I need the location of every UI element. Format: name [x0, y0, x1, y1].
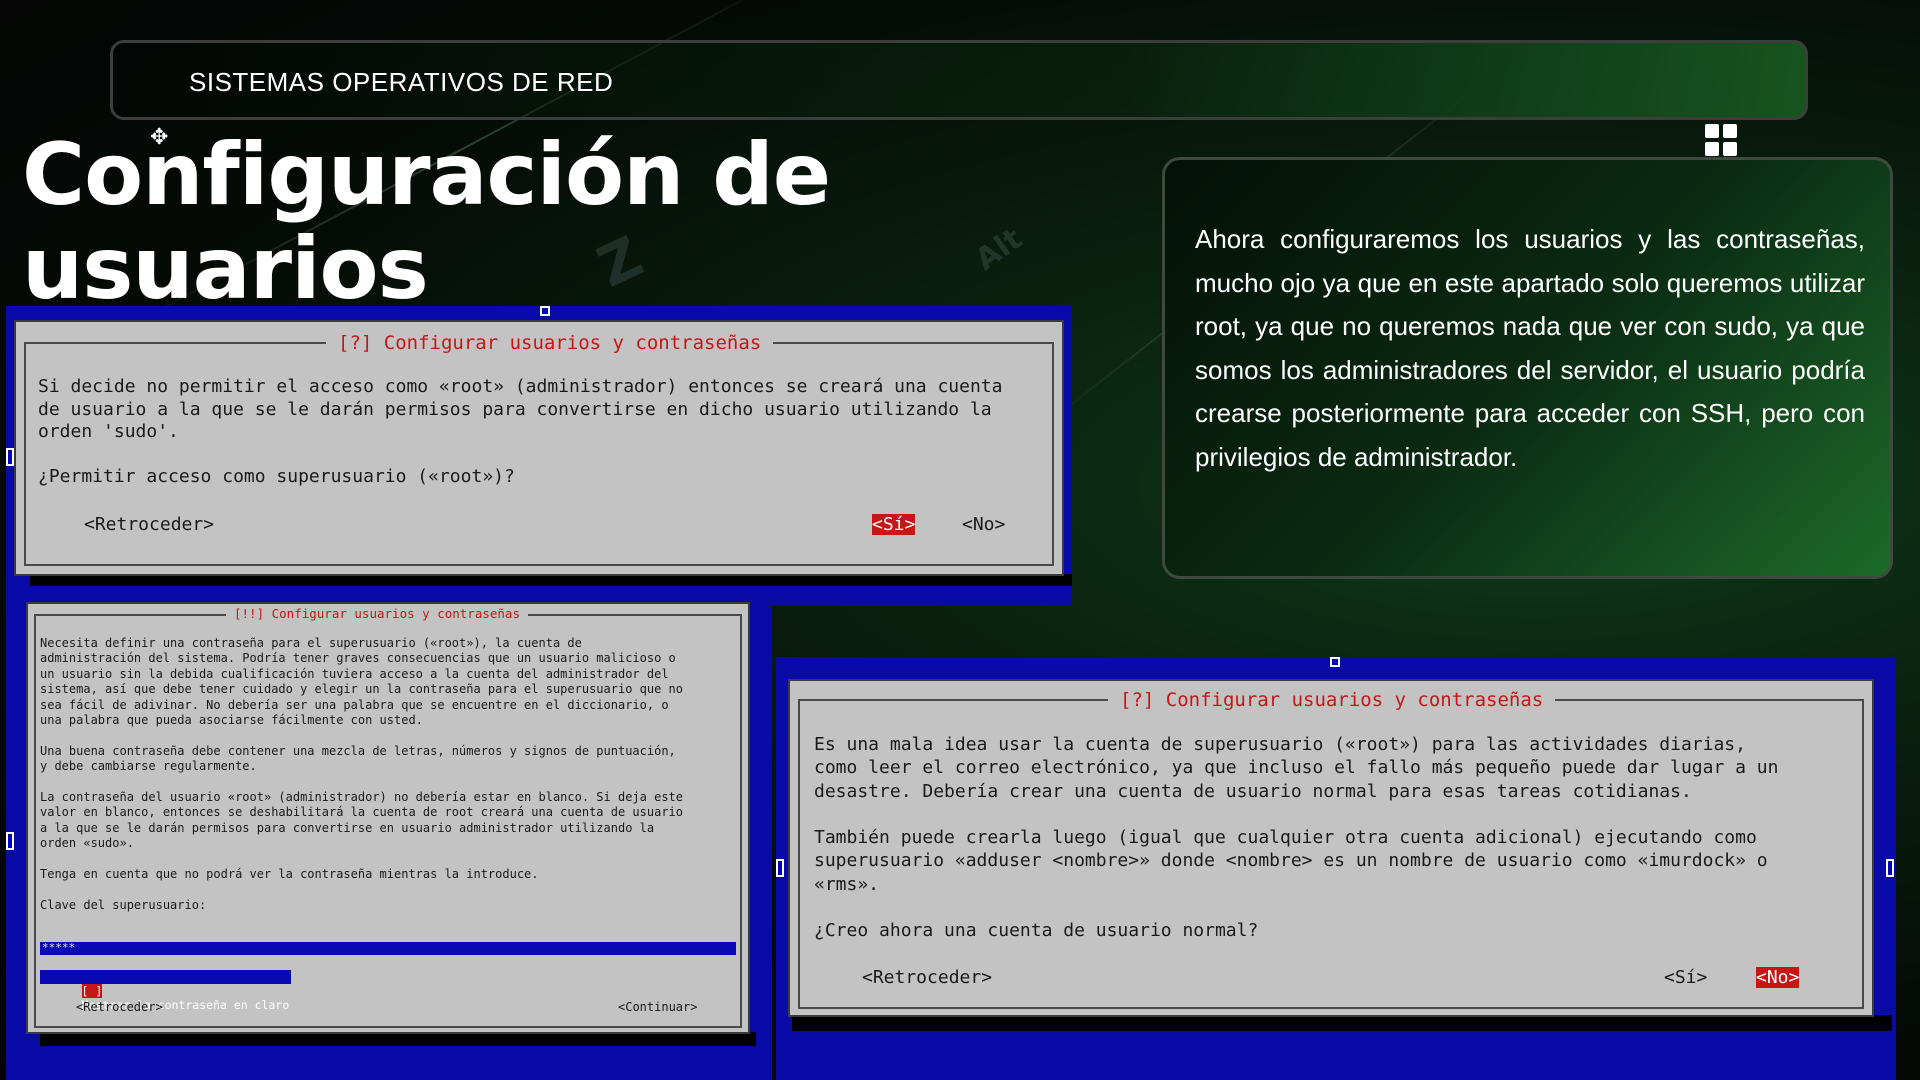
installer-screenshot-root-password: [!!] Configurar usuarios y contraseñas N… [6, 588, 772, 1080]
dialog-title: [?] Configurar usuarios y contraseñas [326, 332, 774, 354]
back-button[interactable]: <Retroceder> [862, 967, 992, 988]
dialog-shadow [40, 1032, 756, 1046]
info-box: Ahora configuraremos los usuarios y las … [1162, 157, 1893, 579]
dialog-shadow [792, 1015, 1892, 1031]
continue-button[interactable]: <Continuar> [618, 1000, 697, 1014]
header-bar: SISTEMAS OPERATIVOS DE RED [110, 40, 1808, 120]
installer-screenshot-root-access: [?] Configurar usuarios y contraseñas Si… [6, 306, 1072, 606]
dialog-body: Si decide no permitir el acceso como «ro… [38, 376, 1003, 487]
installer-dialog: [?] Configurar usuarios y contraseñas Es… [788, 679, 1874, 1017]
back-button[interactable]: <Retroceder> [84, 514, 214, 535]
resize-handle[interactable] [6, 448, 14, 466]
info-text: Ahora configuraremos los usuarios y las … [1195, 224, 1865, 472]
no-button[interactable]: <No> [962, 514, 1005, 535]
yes-button[interactable]: <Sí> [1664, 967, 1707, 988]
dialog-body: Es una mala idea usar la cuenta de super… [814, 734, 1779, 942]
resize-handle[interactable] [1330, 657, 1340, 667]
dialog-title: [?] Configurar usuarios y contraseñas [1108, 689, 1556, 711]
resize-handle[interactable] [540, 306, 550, 316]
page-title: Configuración de usuarios [22, 125, 831, 319]
installer-dialog: [!!] Configurar usuarios y contraseñas N… [26, 602, 750, 1034]
resize-handle[interactable] [6, 832, 14, 850]
grid-icon [1705, 124, 1737, 156]
section-label: SISTEMAS OPERATIVOS DE RED [189, 67, 614, 97]
yes-button[interactable]: <Sí> [872, 514, 916, 535]
show-password-checkbox[interactable]: [ ] Mostrar la contraseña en claro [40, 970, 292, 1012]
dialog-body: Necesita definir una contraseña para el … [40, 636, 683, 912]
back-button[interactable]: <Retroceder> [76, 1000, 163, 1014]
password-value: ***** [42, 941, 76, 954]
installer-screenshot-normal-user: [?] Configurar usuarios y contraseñas Es… [776, 657, 1896, 1080]
keyboard-key-decoration: Alt [969, 221, 1029, 278]
resize-handle[interactable] [776, 859, 784, 877]
no-button[interactable]: <No> [1756, 967, 1800, 988]
password-field[interactable]: ***** [40, 941, 736, 955]
resize-handle[interactable] [1886, 859, 1894, 877]
installer-dialog: [?] Configurar usuarios y contraseñas Si… [14, 320, 1064, 576]
move-cursor-icon: ✥ [150, 124, 169, 149]
dialog-title: [!!] Configurar usuarios y contraseñas [226, 606, 528, 621]
checkbox-mark: [ ] [81, 984, 103, 998]
